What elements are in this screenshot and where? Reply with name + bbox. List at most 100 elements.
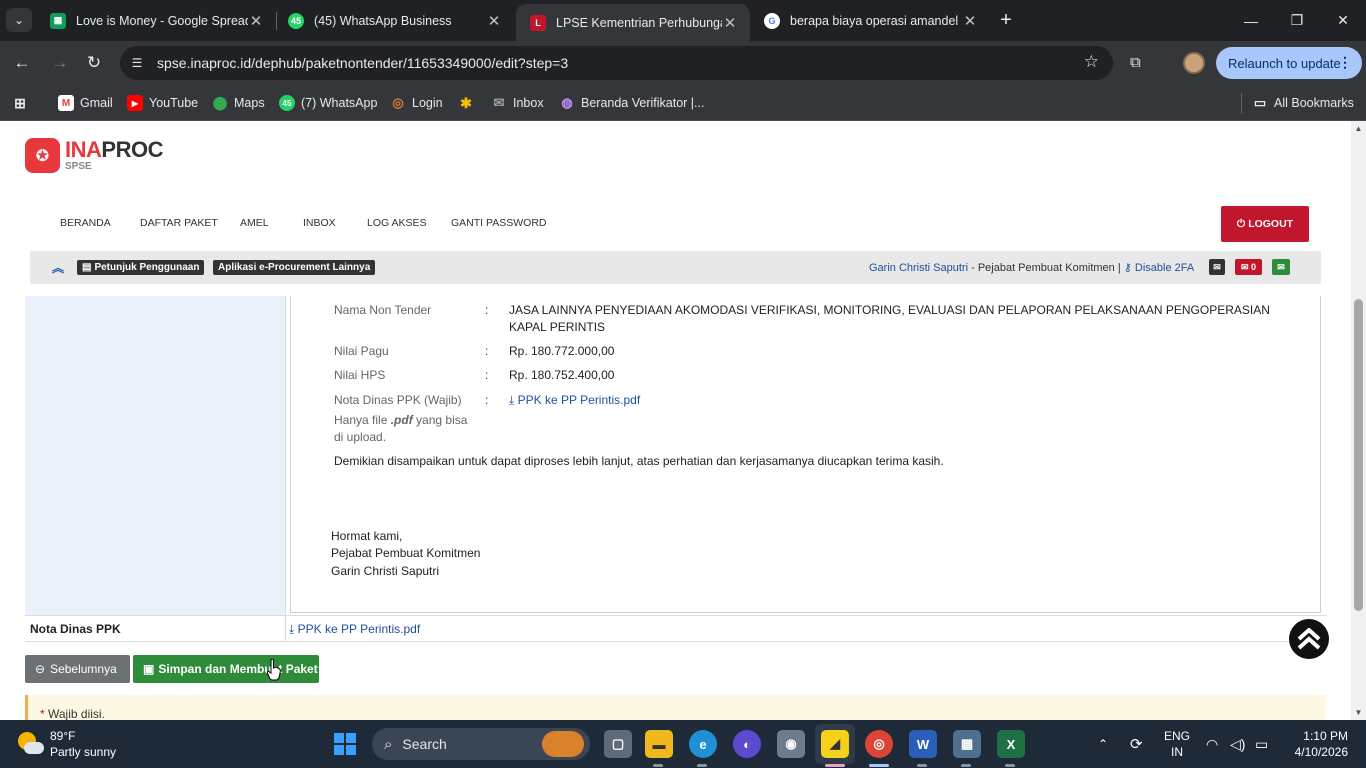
volume-icon[interactable]: ◁) (1230, 720, 1245, 768)
all-bookmarks-button[interactable]: ▭ All Bookmarks (1252, 93, 1354, 113)
bookmark-photos[interactable]: ✱ (458, 93, 480, 113)
url-text[interactable]: spse.inaproc.id/dephub/paketnontender/11… (157, 55, 568, 71)
user-role: - Pejabat Pembuat Komitmen | (968, 262, 1124, 274)
tray-overflow-icon[interactable]: ⌃ (1098, 720, 1108, 768)
apps-button[interactable]: ⊞ (12, 93, 34, 113)
more-menu-icon[interactable]: ⋮ (1338, 54, 1352, 71)
taskbar-clock[interactable]: 1:10 PM 4/10/2026 (1290, 728, 1348, 760)
camera-icon[interactable]: ◉ (777, 730, 805, 758)
close-window-button[interactable]: ✕ (1320, 0, 1366, 41)
inaproc-logo[interactable]: ✪ INAPROC SPSE (25, 138, 163, 173)
browser-tab-whatsapp[interactable]: 45 (45) WhatsApp Business ✕ (274, 0, 514, 41)
close-tab-icon[interactable]: ✕ (962, 12, 978, 30)
nav-log-akses[interactable]: LOG AKSES (367, 217, 451, 229)
user-name[interactable]: Garin Christi Saputri (869, 262, 968, 274)
clock-time: 1:10 PM (1303, 729, 1348, 743)
reload-button[interactable]: ↻ (82, 51, 106, 75)
nav-ganti-password[interactable]: GANTI PASSWORD (451, 217, 561, 229)
globe-icon: ◍ (561, 95, 573, 110)
taskbar-search[interactable]: ⌕ Search (372, 728, 590, 760)
close-tab-icon[interactable]: ✕ (248, 12, 264, 30)
colon: : (485, 393, 489, 407)
pdf-hint-text-2: yang bisa (412, 413, 468, 427)
scroll-up-arrow-icon[interactable]: ▲ (1354, 124, 1363, 133)
inbox-icon: ✉ (493, 95, 505, 110)
closing-sentence: Demikian disampaikan untuk dapat diprose… (334, 454, 944, 468)
logout-button[interactable]: ⏻ LOGOUT (1221, 206, 1309, 242)
tab-title: LPSE Kementrian Perhubungan (556, 15, 722, 30)
inbox-open-icon[interactable]: ✉ (1272, 259, 1290, 275)
bookmark-star-icon[interactable]: ☆ (1084, 52, 1099, 72)
bookmark-maps[interactable]: ⬤ Maps (212, 93, 265, 113)
browser-tab-lpse[interactable]: L LPSE Kementrian Perhubungan ✕ (516, 4, 750, 41)
mail-count: 0 (1251, 262, 1257, 272)
nota-dinas-file-link[interactable]: ⤓ PPK ke PP Perintis.pdf (509, 393, 640, 408)
start-button[interactable] (334, 733, 356, 755)
profile-avatar[interactable] (1183, 52, 1205, 74)
message-icon[interactable]: ✉ (1209, 259, 1225, 275)
page-scrollbar[interactable]: ▲ ▼ (1351, 121, 1366, 720)
running-indicator (653, 764, 663, 767)
nav-inbox[interactable]: INBOX (303, 217, 367, 229)
new-tab-button[interactable]: + (994, 8, 1018, 32)
collapse-up-icon[interactable]: ︽ (52, 259, 64, 276)
previous-button[interactable]: ⊖ Sebelumnya (25, 655, 130, 683)
scroll-to-top-button[interactable] (1289, 619, 1329, 659)
minimize-button[interactable]: — (1228, 0, 1274, 41)
reload-icon: ↻ (86, 53, 102, 72)
mail-count-badge[interactable]: ✉ 0 (1235, 259, 1262, 275)
bookmark-gmail[interactable]: M Gmail (58, 93, 113, 113)
scrollbar-thumb[interactable] (1354, 299, 1363, 611)
nama-non-tender-value: JASA LAINNYA PENYEDIAAN AKOMODASI VERIFI… (509, 303, 1270, 317)
nilai-pagu-value: Rp. 180.772.000,00 (509, 344, 615, 358)
apps-badge[interactable]: Aplikasi e-Procurement Lainnya (213, 260, 376, 275)
minus-circle-icon: ⊖ (35, 662, 46, 676)
edge-icon[interactable]: e (689, 730, 717, 758)
forward-button[interactable]: → (48, 51, 72, 75)
folder-icon: ▭ (1253, 95, 1267, 110)
restore-button[interactable]: ❐ (1274, 0, 1320, 41)
nama-non-tender-value-cont: KAPAL PERINTIS (509, 320, 606, 334)
battery-icon[interactable]: ▭ (1255, 720, 1268, 768)
file-explorer-icon[interactable]: ▬ (645, 730, 673, 758)
close-tab-icon[interactable]: ✕ (722, 14, 738, 32)
site-info-icon[interactable]: ☰ (128, 54, 146, 72)
address-bar[interactable]: ☰ spse.inaproc.id/dephub/paketnontender/… (120, 46, 1113, 80)
arrow-left-icon: ← (13, 53, 31, 72)
save-create-package-button[interactable]: ▣ Simpan dan Membuat Paket (133, 655, 319, 683)
scroll-down-arrow-icon[interactable]: ▼ (1354, 708, 1363, 717)
calculator-icon[interactable]: ▦ (953, 730, 981, 758)
weather-temp: 89°F (50, 729, 76, 743)
relaunch-button[interactable]: Relaunch to update ⋮ (1216, 47, 1362, 79)
nota-dinas-row-link[interactable]: ⤓ PPK ke PP Perintis.pdf (289, 622, 420, 637)
extensions-icon[interactable]: ⧉ (1130, 54, 1150, 74)
nav-beranda[interactable]: BERANDA (60, 217, 140, 229)
task-view-icon[interactable]: ▢ (604, 730, 632, 758)
close-tab-icon[interactable]: ✕ (486, 12, 502, 30)
browser-toolbar: ← → ↻ ☰ spse.inaproc.id/dephub/paketnont… (0, 41, 1366, 85)
guide-badge[interactable]: ▤ Petunjuk Penggunaan (77, 260, 205, 275)
language-indicator[interactable]: ENG IN (1164, 720, 1190, 768)
copilot-icon[interactable]: ◐ (733, 730, 761, 758)
browser-tab-google[interactable]: G berapa biaya operasi amandel - ✕ (750, 0, 990, 41)
sync-icon[interactable]: ⟳ (1130, 720, 1143, 768)
back-button[interactable]: ← (10, 51, 34, 75)
sticky-notes-icon[interactable]: ◢ (821, 730, 849, 758)
bookmark-inbox[interactable]: ✉ Inbox (491, 93, 544, 113)
word-icon[interactable]: W (909, 730, 937, 758)
nav-amel[interactable]: AMEL (240, 217, 303, 229)
pdf-hint-text: Hanya file (334, 413, 391, 427)
browser-tab-sheets[interactable]: ▦ Love is Money - Google Spread ✕ (36, 0, 276, 41)
wifi-icon[interactable]: ◠ (1206, 720, 1218, 768)
chrome-icon[interactable]: ◎ (865, 730, 893, 758)
bookmark-beranda-verifikator[interactable]: ◍ Beranda Verifikator |... (559, 93, 704, 113)
bookmark-login[interactable]: ◎ Login (390, 93, 442, 113)
bookmark-youtube[interactable]: ▶ YouTube (127, 93, 198, 113)
nav-daftar-paket[interactable]: DAFTAR PAKET (140, 217, 240, 229)
weather-widget[interactable]: 89°F Partly sunny (16, 728, 116, 760)
excel-icon[interactable]: X (997, 730, 1025, 758)
running-indicator-active (869, 764, 889, 767)
tab-search-button[interactable]: ⌄ (6, 8, 32, 32)
bookmark-whatsapp[interactable]: 45 (7) WhatsApp (279, 93, 377, 113)
disable-2fa-link[interactable]: Disable 2FA (1135, 262, 1194, 274)
